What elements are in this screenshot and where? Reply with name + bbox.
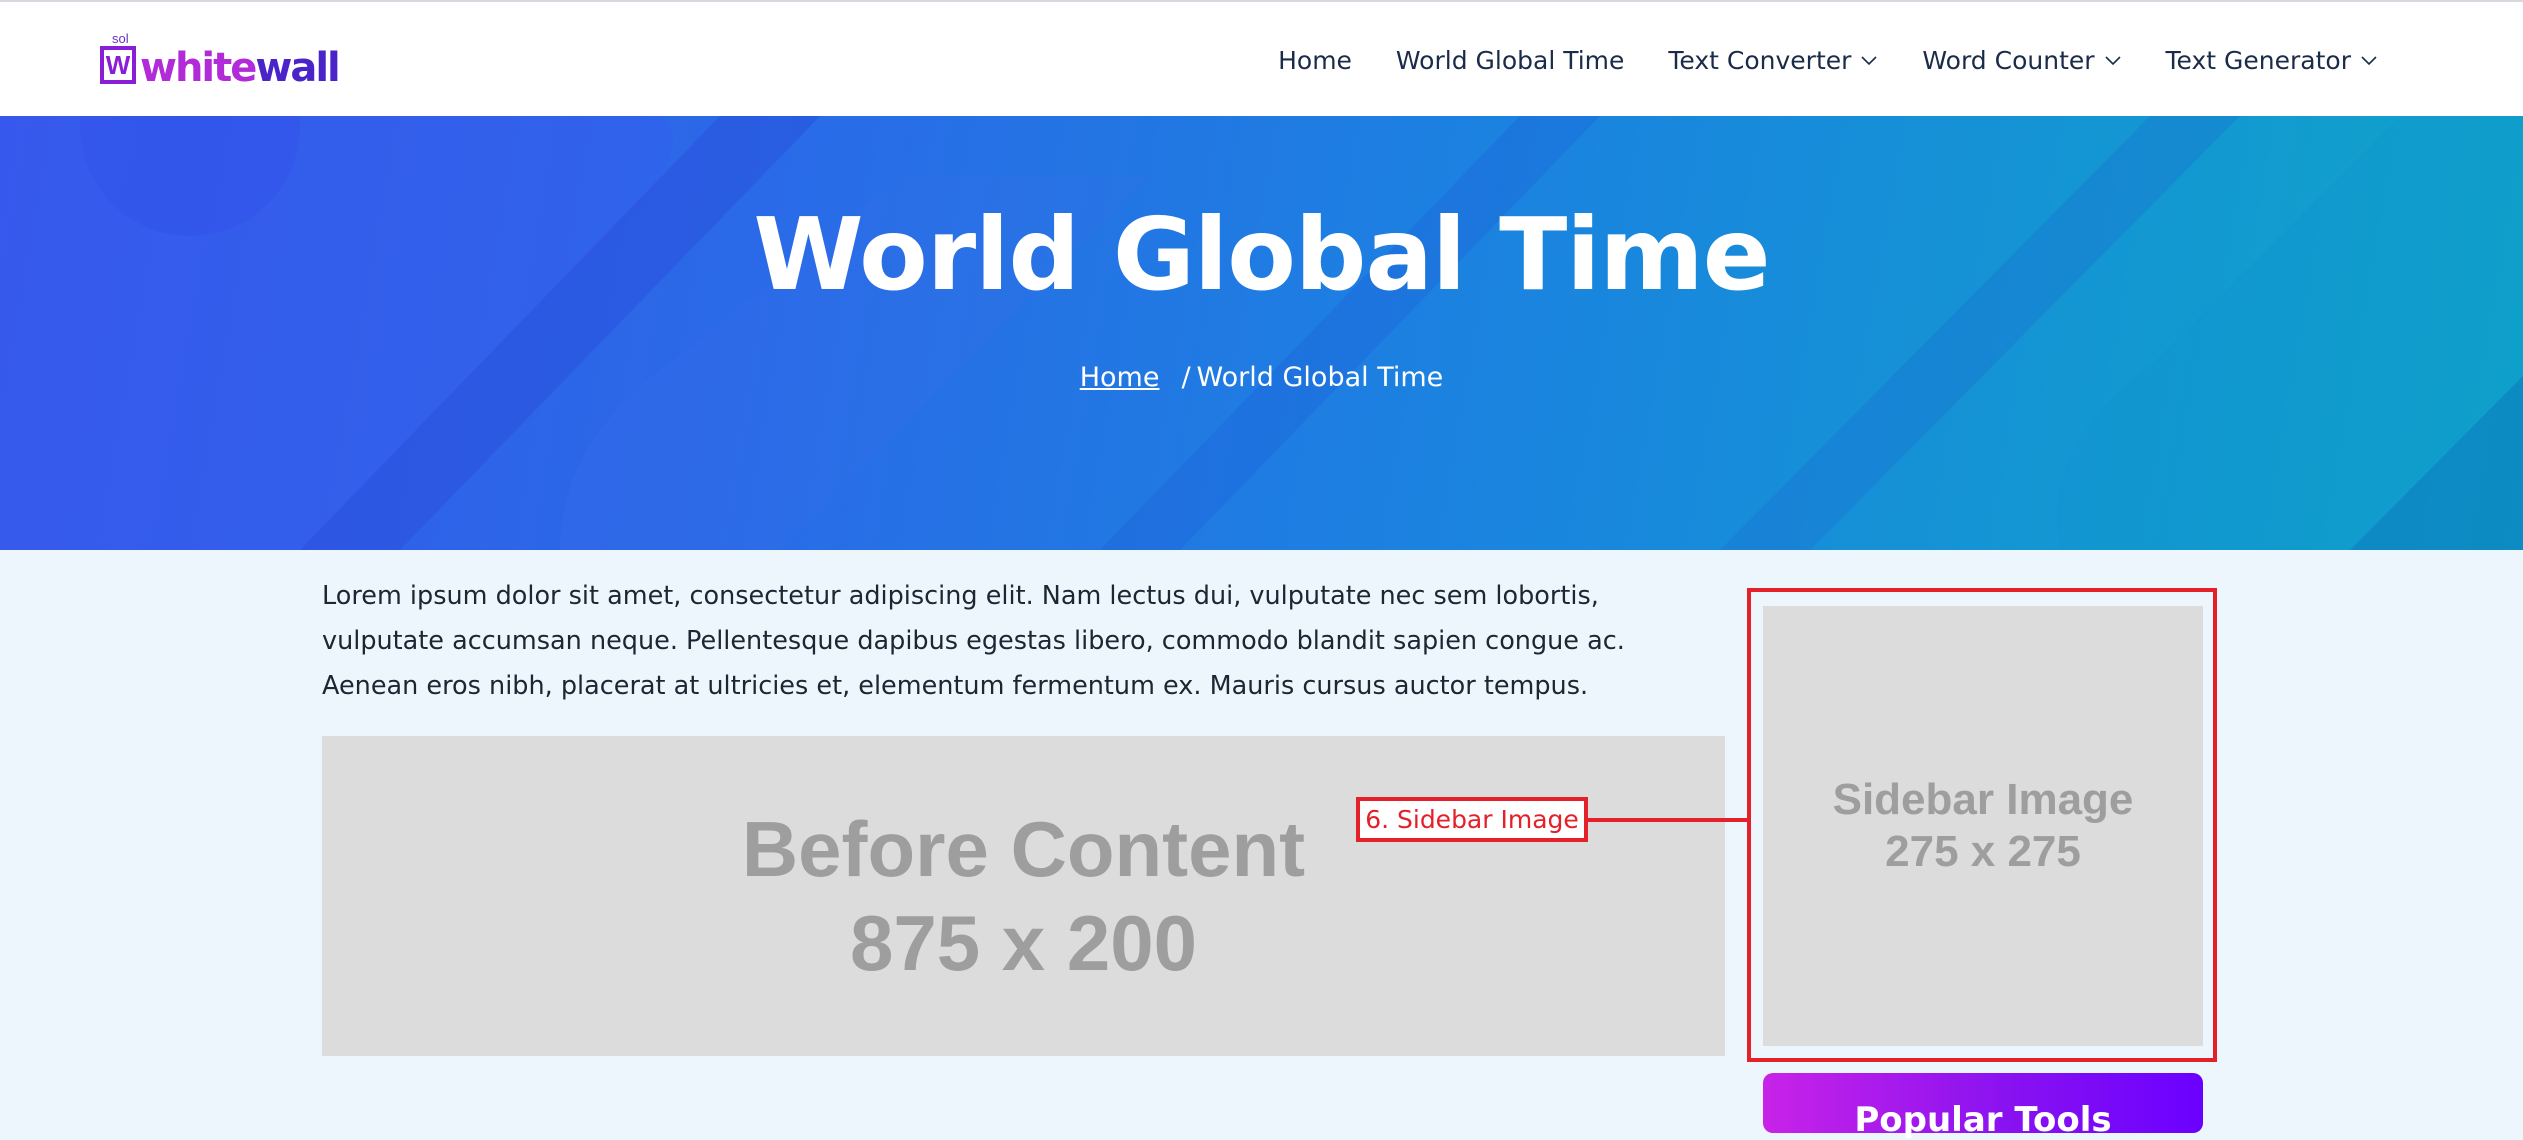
nav-item-label: Home	[1278, 45, 1352, 75]
placeholder-size: 875 x 200	[849, 899, 1197, 987]
logo-sol-text: sol	[112, 31, 129, 46]
logo-wordmark-part1: white	[140, 45, 257, 91]
main-nav: Home World Global Time Text Converter Wo…	[1234, 2, 2378, 118]
breadcrumb-home-link[interactable]: Home	[1080, 362, 1160, 393]
popular-tools-button[interactable]: Popular Tools	[1763, 1073, 2203, 1137]
logo-wordmark-part2: wall	[255, 45, 340, 91]
chevron-down-icon	[2104, 56, 2121, 66]
site-logo[interactable]: sol W whitewall	[100, 32, 341, 91]
before-content-ad-placeholder: Before Content 875 x 200	[322, 736, 1725, 1056]
nav-item-home[interactable]: Home	[1278, 46, 1352, 75]
annotation-highlight-frame	[1747, 588, 2217, 1062]
nav-item-label: Word Counter	[1922, 45, 2095, 75]
site-header: sol W whitewall Home World Global Time T…	[0, 0, 2523, 116]
breadcrumb-separator: /	[1181, 362, 1191, 393]
nav-item-text-generator[interactable]: Text Generator	[2166, 46, 2378, 75]
logo-wordmark: whitewall	[140, 45, 341, 91]
nav-item-word-counter[interactable]: Word Counter	[1922, 46, 2121, 75]
annotation-callout-label: 6. Sidebar Image	[1356, 797, 1588, 842]
nav-item-label: Text Converter	[1668, 45, 1852, 75]
nav-item-text-converter[interactable]: Text Converter	[1668, 46, 1878, 75]
breadcrumb: Home / World Global Time	[0, 362, 2523, 393]
nav-item-world-global-time[interactable]: World Global Time	[1396, 46, 1624, 75]
breadcrumb-current: World Global Time	[1196, 362, 1444, 393]
nav-item-label: World Global Time	[1395, 45, 1625, 75]
nav-item-label: Text Generator	[2165, 45, 2351, 75]
chevron-down-icon	[1861, 56, 1877, 66]
page-title: World Global Time	[753, 196, 1770, 313]
page-hero-banner: World Global Time Home / World Global Time	[0, 116, 2523, 550]
hero-background-decoration	[0, 116, 2523, 550]
logo-mark-icon: sol W	[100, 32, 136, 84]
intro-paragraph: Lorem ipsum dolor sit amet, consectetur …	[322, 581, 1625, 701]
chevron-down-icon	[2361, 56, 2377, 66]
annotation-connector-line	[1588, 818, 1748, 822]
logo-mark-letter: W	[105, 50, 131, 80]
placeholder-title: Before Content	[741, 805, 1306, 893]
